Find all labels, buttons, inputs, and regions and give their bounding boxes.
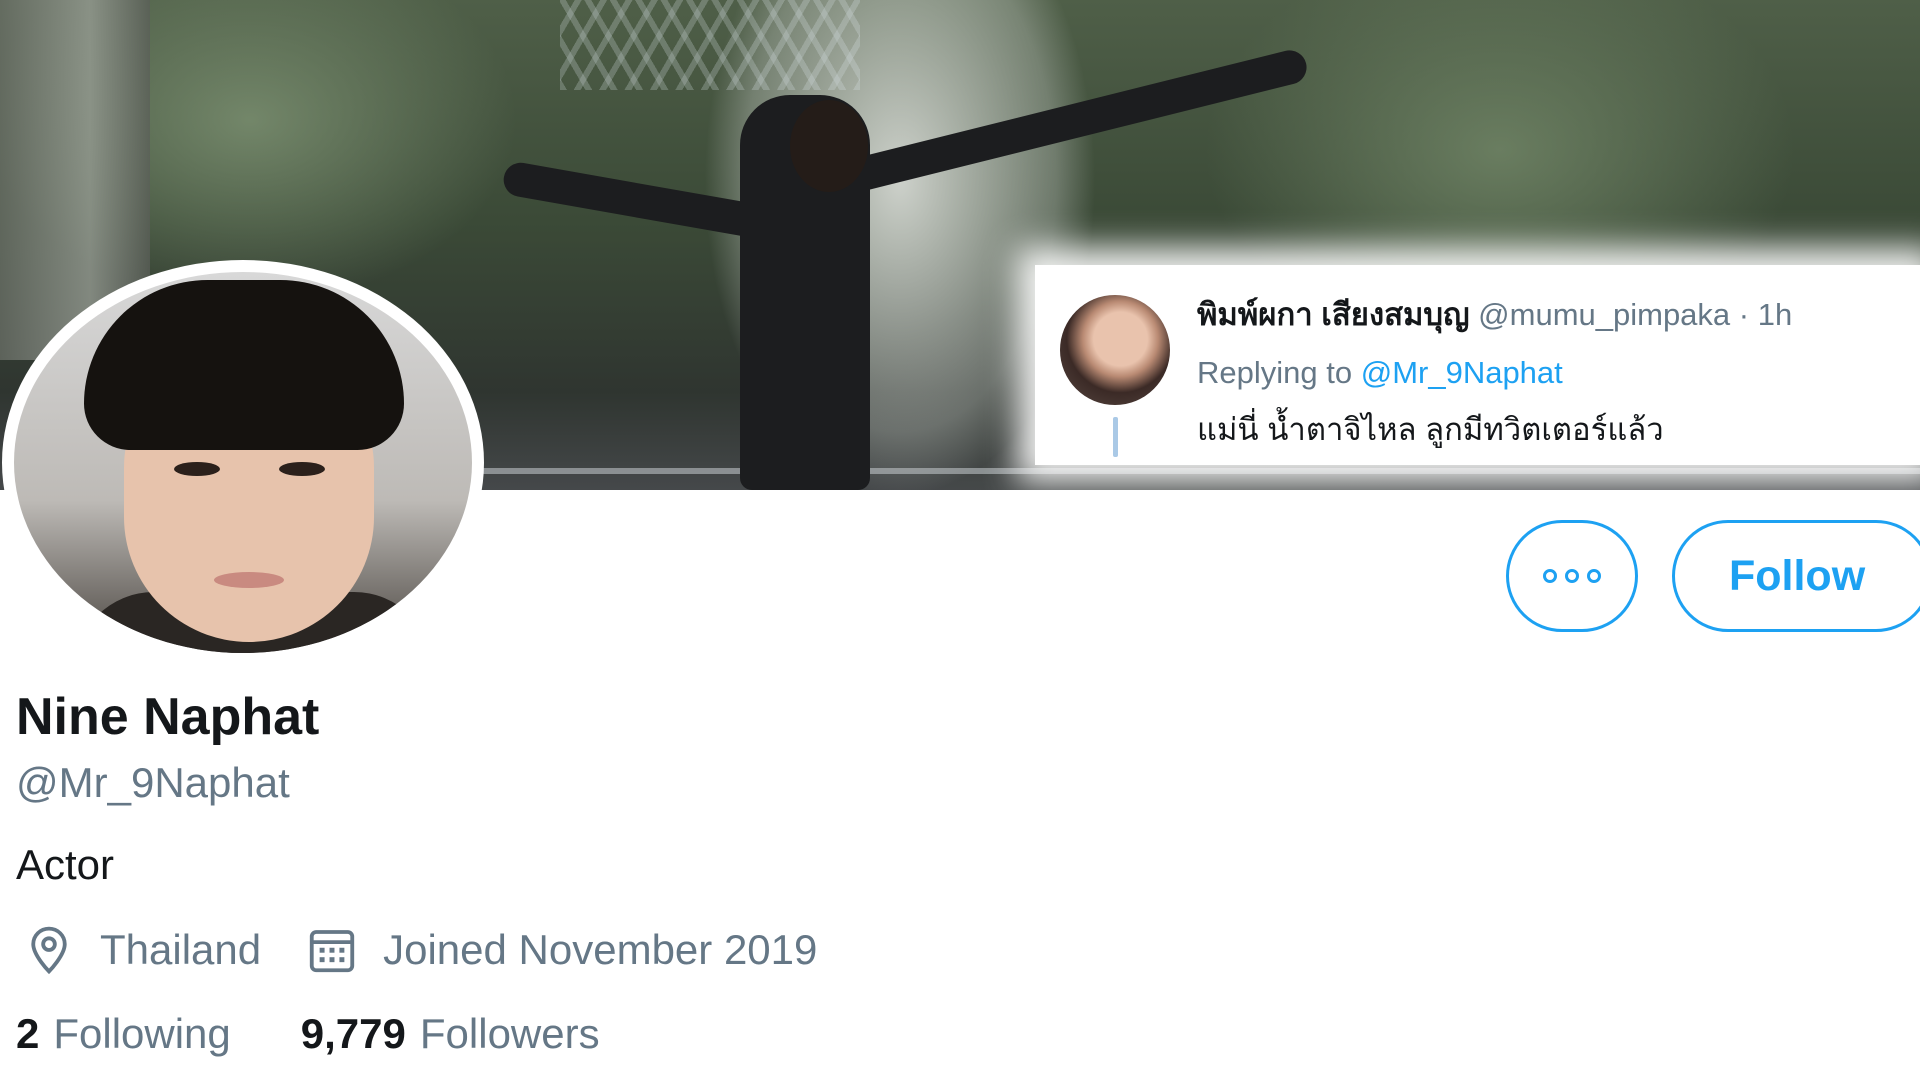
- thread-connector-line: [1113, 417, 1118, 457]
- more-dot: [1565, 569, 1579, 583]
- calendar-icon: [309, 930, 355, 973]
- tweet-author-handle[interactable]: @mumu_pimpaka: [1478, 297, 1730, 332]
- avatar-right-eye: [279, 462, 325, 476]
- tweet-author-avatar[interactable]: [1060, 295, 1170, 405]
- more-dot: [1543, 569, 1557, 583]
- tweet-separator: ·: [1738, 297, 1750, 332]
- following-label: Following: [53, 1010, 231, 1057]
- followers-count: 9,779: [300, 1010, 406, 1057]
- profile-meta-row: Thailand Joined November 2019: [16, 922, 817, 978]
- location-text: Thailand: [100, 926, 262, 973]
- avatar-mouth: [214, 572, 284, 588]
- profile-bio: Actor: [16, 841, 115, 888]
- banner-person-left-arm: [500, 160, 763, 239]
- tweet-author-name[interactable]: พิมพ์ผกา เสียงสมบุญ: [1197, 297, 1470, 332]
- joined-text: Joined November 2019: [383, 926, 818, 973]
- embedded-reply-tweet[interactable]: พิมพ์ผกา เสียงสมบุญ @mumu_pimpaka · 1h R…: [1035, 265, 1920, 465]
- profile-screen-name: @Mr_9Naphat: [16, 759, 290, 806]
- profile-location: Thailand: [16, 923, 261, 977]
- profile-avatar[interactable]: [2, 260, 484, 665]
- profile-avatar-photo: [14, 272, 472, 653]
- following-count: 2: [16, 1010, 40, 1057]
- avatar-left-eye: [174, 462, 220, 476]
- follow-button[interactable]: Follow: [1672, 520, 1920, 632]
- profile-joined-date: Joined November 2019: [299, 923, 817, 977]
- profile-stats-row: 2 Following 9,779 Followers: [16, 1006, 600, 1062]
- tweet-header: พิมพ์ผกา เสียงสมบุญ @mumu_pimpaka · 1h: [1197, 295, 1792, 335]
- banner-person-right-arm: [845, 46, 1311, 194]
- location-pin-icon: [31, 926, 67, 975]
- banner-person-head: [790, 100, 868, 192]
- replying-to-handle-link[interactable]: @Mr_9Naphat: [1361, 355, 1563, 390]
- following-stat-link[interactable]: 2 Following: [16, 1006, 231, 1062]
- followers-stat-link[interactable]: 9,779 Followers: [301, 1006, 600, 1062]
- banner-glass-ceiling: [560, 0, 860, 90]
- followers-label: Followers: [419, 1010, 600, 1057]
- profile-display-name: Nine Naphat: [16, 688, 320, 746]
- more-options-button[interactable]: [1506, 520, 1638, 632]
- tweet-text: แม่นี่ น้ำตาจิไหล ลูกมีทวิตเตอร์แล้ว: [1197, 412, 1664, 447]
- more-dot: [1587, 569, 1601, 583]
- avatar-hair: [84, 280, 404, 450]
- replying-to-prefix: Replying to: [1197, 355, 1353, 390]
- more-options-icon: [1543, 569, 1601, 583]
- banner-railing: [380, 468, 1920, 474]
- tweet-replying-to: Replying to @Mr_9Naphat: [1197, 353, 1563, 393]
- tweet-timestamp[interactable]: 1h: [1758, 297, 1792, 332]
